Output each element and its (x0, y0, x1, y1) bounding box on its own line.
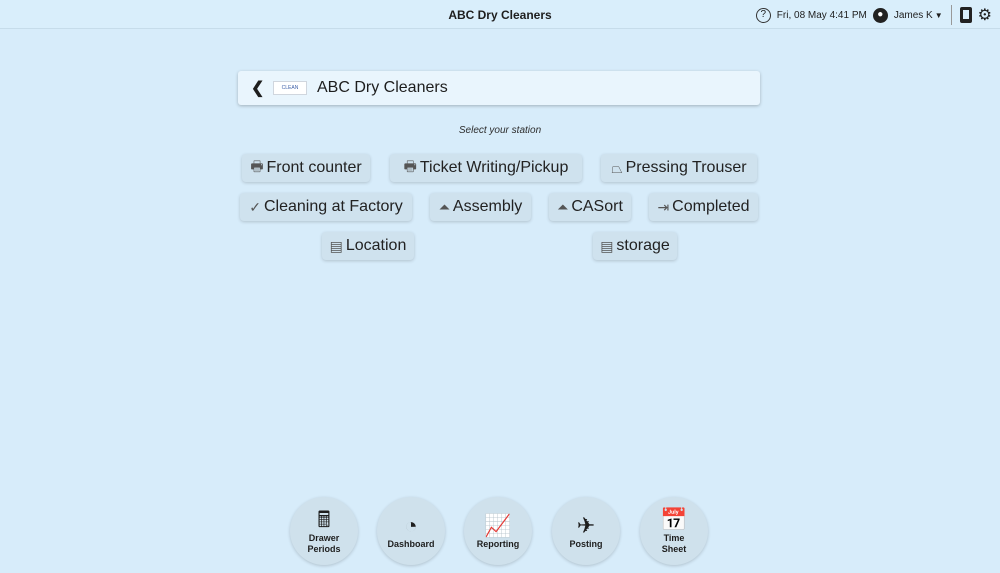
station-label: Pressing Trouser (625, 159, 747, 176)
station-ticket-writing[interactable]: 🖶 Ticket Writing/Pickup (390, 154, 582, 182)
time-sheet-button[interactable]: 📅 Time Sheet (640, 497, 708, 565)
dashboard-label: Dashboard (387, 538, 435, 549)
dashboard-button[interactable]: ◔ Dashboard (377, 497, 445, 565)
divider (950, 5, 952, 25)
cash-register-icon: 🖩 (317, 507, 331, 532)
user-icon[interactable]: ● (872, 7, 888, 23)
page-title: ABC Dry Cleaners (317, 79, 448, 96)
hanger-icon: ⏶ (557, 198, 569, 215)
posting-label: Posting (569, 538, 603, 549)
logo: CLEAN (273, 81, 307, 95)
station-label: Completed (672, 198, 750, 215)
station-label: Location (345, 237, 407, 254)
station-label: storage (616, 237, 670, 254)
drawer-periods-label: Drawer Periods (307, 533, 341, 554)
station-header-card: ❮ CLEAN ABC Dry Cleaners (238, 71, 760, 105)
time-sheet-label: Time Sheet (661, 533, 687, 554)
paper-plane-icon: ✈ (576, 512, 596, 538)
tablet-icon[interactable] (959, 7, 972, 23)
iron-icon: ⏢ (611, 159, 623, 176)
user-menu[interactable]: James K ▼ (894, 10, 943, 21)
reporting-button[interactable]: 📈 Reporting (464, 497, 532, 565)
hanger-icon: ⏶ (438, 198, 450, 215)
station-prompt: Select your station (458, 125, 542, 136)
station-label: Front counter (266, 159, 362, 176)
drawer-periods-button[interactable]: 🖩 Drawer Periods (290, 497, 358, 565)
station-label: CASort (571, 198, 623, 215)
speedometer-icon: ◔ (404, 512, 418, 538)
register-icon: 🖶 (403, 158, 417, 174)
register-icon: 🖶 (250, 158, 264, 174)
chevron-down-icon: ▼ (934, 10, 943, 20)
gear-icon[interactable]: ⚙ (978, 5, 992, 25)
posting-button[interactable]: ✈ Posting (552, 497, 620, 565)
station-label: Assembly (452, 198, 523, 215)
calendar-clock-icon: 📅 (660, 507, 688, 532)
station-label: Cleaning at Factory (264, 198, 403, 215)
station-front-counter[interactable]: 🖶 Front counter (242, 154, 370, 182)
exit-icon: ⇥ (657, 198, 670, 215)
back-chevron-icon[interactable]: ❮ (251, 78, 264, 98)
box-icon: ▤ (600, 237, 614, 254)
station-storage[interactable]: ▤ storage (593, 232, 677, 260)
station-cleaning-factory[interactable]: ✓ Cleaning at Factory (240, 193, 412, 221)
report-chart-icon: 📈 (484, 512, 512, 538)
station-casort[interactable]: ⏶ CASort (549, 193, 631, 221)
check-circle-icon: ✓ (249, 198, 261, 215)
help-icon[interactable]: ? (755, 7, 771, 23)
datetime-label: Fri, 08 May 4:41 PM (776, 9, 867, 21)
reporting-label: Reporting (476, 538, 520, 549)
station-pressing-trouser[interactable]: ⏢ Pressing Trouser (601, 154, 757, 182)
station-location[interactable]: ▤ Location (322, 232, 414, 260)
station-label: Ticket Writing/Pickup (419, 159, 569, 176)
user-name: James K (893, 9, 933, 21)
station-assembly[interactable]: ⏶ Assembly (430, 193, 531, 221)
box-icon: ▤ (329, 237, 343, 254)
top-bar-right: ? Fri, 08 May 4:41 PM ● James K ▼ ⚙ (755, 5, 992, 25)
top-bar: ABC Dry Cleaners ? Fri, 08 May 4:41 PM ●… (0, 0, 1000, 29)
station-completed[interactable]: ⇥ Completed (649, 193, 758, 221)
